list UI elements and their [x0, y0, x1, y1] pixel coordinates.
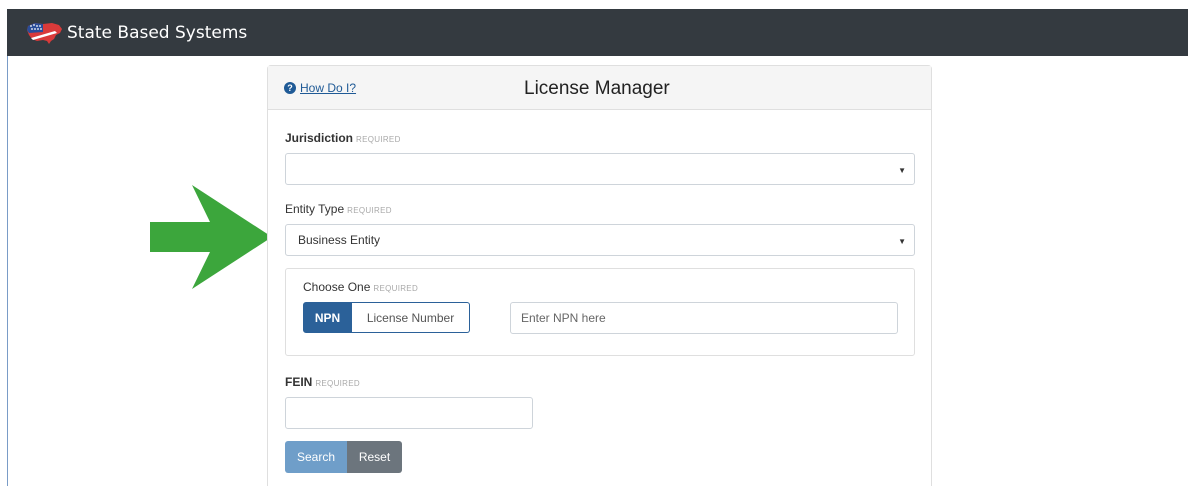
fein-label: FEIN REQUIRED	[285, 375, 360, 389]
brand[interactable]: State Based Systems	[25, 20, 247, 46]
entity-type-select[interactable]: Business Entity ▼	[285, 224, 915, 256]
question-circle-icon: ?	[284, 82, 296, 94]
green-arrow-icon	[150, 185, 272, 289]
entity-type-label: Entity Type REQUIRED	[285, 202, 392, 216]
form-actions: Search Reset	[285, 441, 402, 473]
page-title: License Manager	[524, 78, 670, 99]
brand-text: State Based Systems	[67, 22, 248, 43]
chevron-down-icon: ▼	[898, 166, 906, 175]
how-do-i-link[interactable]: How Do I?	[300, 81, 356, 95]
fein-input[interactable]	[285, 397, 533, 429]
jurisdiction-select[interactable]: ▼	[285, 153, 915, 185]
navbar: State Based Systems	[7, 9, 1188, 56]
search-button[interactable]: Search	[285, 441, 347, 473]
npn-option-button[interactable]: NPN	[303, 302, 352, 333]
how-do-i[interactable]: ? How Do I?	[284, 81, 356, 95]
us-map-flag-icon	[27, 22, 62, 44]
id-type-toggle: NPN License Number	[303, 302, 470, 333]
choose-one-group: Choose One REQUIRED NPN License Number	[285, 268, 915, 356]
license-manager-card: ? How Do I? License Manager Jurisdiction…	[267, 65, 932, 486]
reset-button[interactable]: Reset	[347, 441, 402, 473]
card-header: ? How Do I? License Manager	[268, 66, 931, 110]
entity-type-value: Business Entity	[298, 233, 381, 247]
top-area: State Based Systems	[0, 0, 1188, 64]
npn-input[interactable]	[510, 302, 898, 334]
chevron-down-icon: ▼	[898, 237, 906, 246]
license-number-option-button[interactable]: License Number	[352, 302, 470, 333]
jurisdiction-label: Jurisdiction REQUIRED	[285, 131, 401, 145]
frame-border	[7, 56, 8, 486]
choose-one-label: Choose One REQUIRED	[303, 280, 419, 294]
